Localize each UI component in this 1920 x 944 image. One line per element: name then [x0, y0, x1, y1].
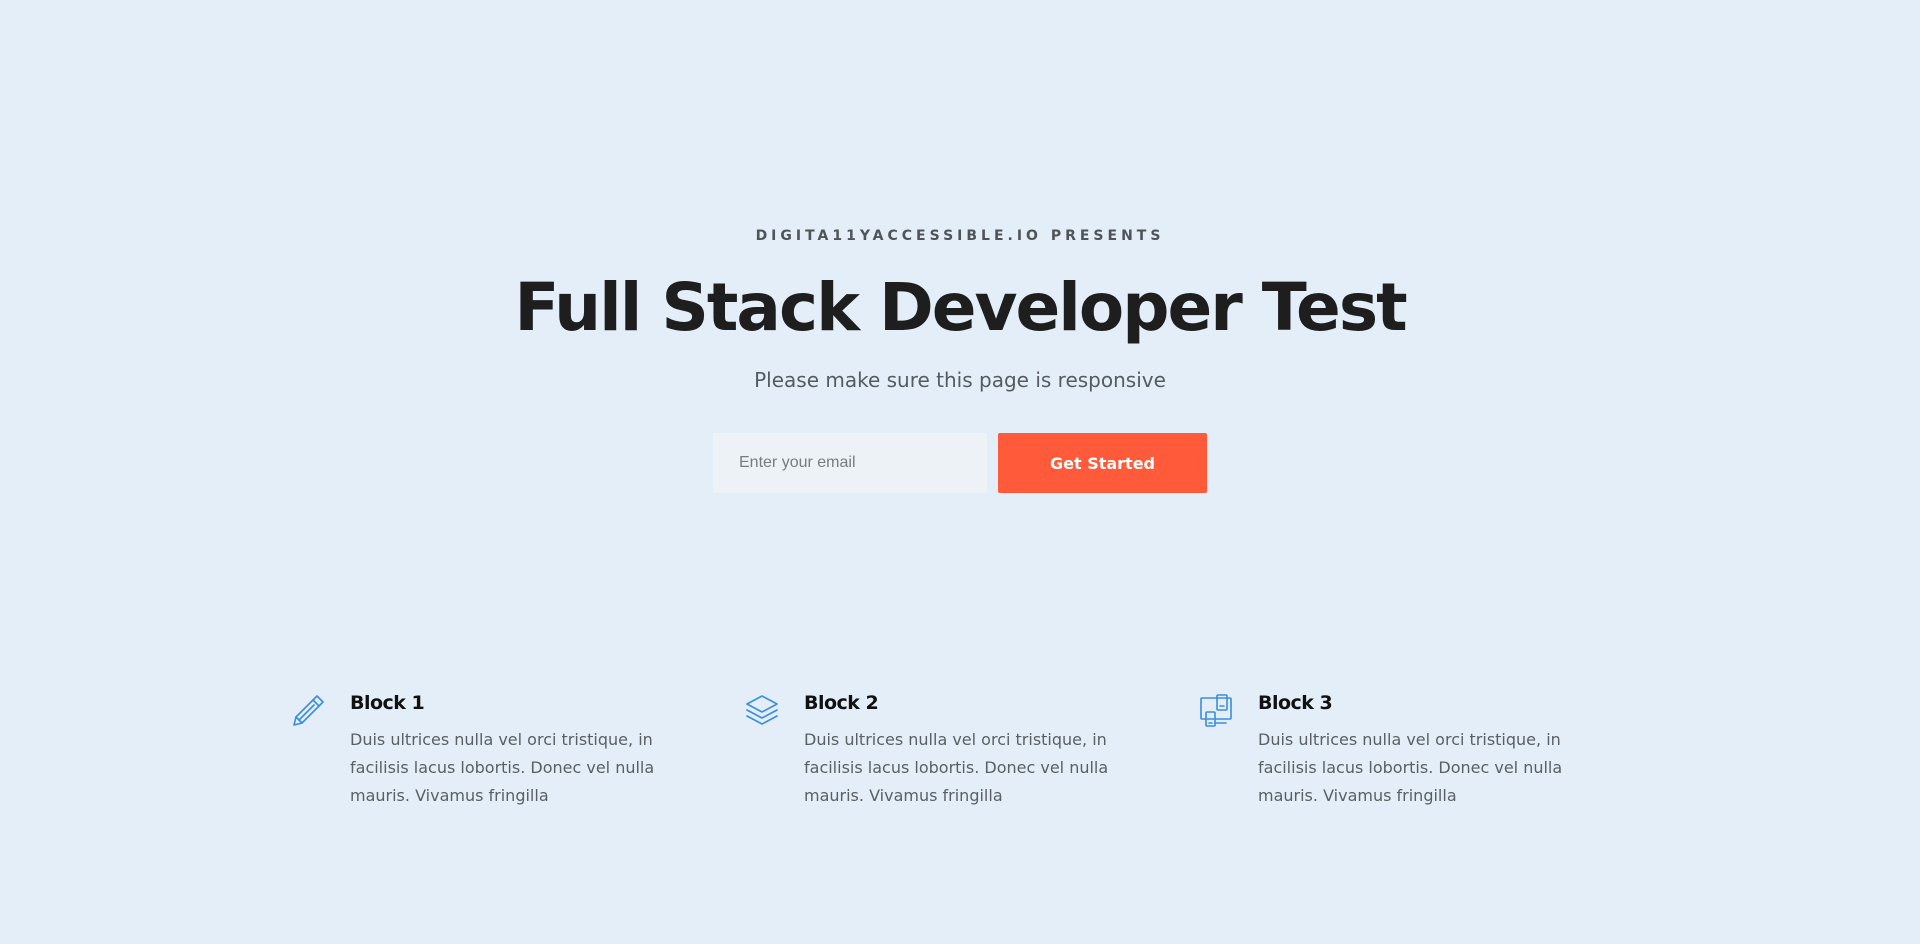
feature-title: Block 1 [350, 692, 425, 714]
signup-form: Get Started [713, 433, 1207, 493]
devices-icon [1198, 690, 1258, 733]
landing-page: DIGITA11YACCESSIBLE.IO PRESENTS Full Sta… [0, 0, 1920, 944]
feature-text: Duis ultrices nulla vel orci tristique, … [350, 730, 655, 805]
hero-eyebrow: DIGITA11YACCESSIBLE.IO PRESENTS [755, 228, 1165, 244]
email-field[interactable] [713, 433, 987, 493]
feature-text: Duis ultrices nulla vel orci tristique, … [804, 730, 1109, 805]
feature-title: Block 3 [1258, 692, 1333, 714]
layers-icon [744, 690, 804, 733]
feature-title: Block 2 [804, 692, 879, 714]
feature-block-2: Block 2 Duis ultrices nulla vel orci tri… [744, 690, 1198, 810]
feature-text: Duis ultrices nulla vel orci tristique, … [1258, 730, 1563, 805]
features-row: Block 1 Duis ultrices nulla vel orci tri… [290, 690, 1670, 810]
get-started-button[interactable]: Get Started [998, 433, 1207, 493]
page-title: Full Stack Developer Test [514, 269, 1407, 346]
hero-subtitle: Please make sure this page is responsive [754, 368, 1166, 392]
feature-block-3: Block 3 Duis ultrices nulla vel orci tri… [1198, 690, 1652, 810]
feature-block-1: Block 1 Duis ultrices nulla vel orci tri… [290, 690, 744, 810]
pencil-icon [290, 690, 350, 733]
